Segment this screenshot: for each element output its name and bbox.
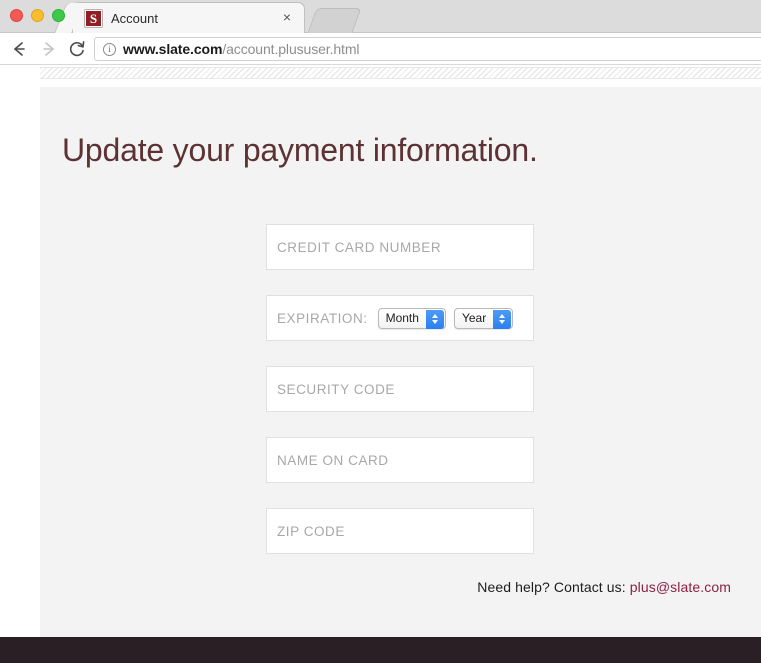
- browser-window: S Account × i www.slate.com/account.plus…: [0, 0, 761, 663]
- security-code-placeholder: SECURITY CODE: [277, 381, 395, 397]
- close-window-button[interactable]: [10, 9, 23, 22]
- window-controls: [10, 9, 65, 22]
- help-text: Need help? Contact us:: [477, 579, 626, 595]
- expiration-label: EXPIRATION:: [277, 310, 368, 326]
- page-title: Update your payment information.: [62, 132, 538, 168]
- expiration-month-select[interactable]: Month: [377, 307, 446, 329]
- page-content: Update your payment information. CREDIT …: [40, 87, 761, 637]
- url-text: www.slate.com/account.plususer.html: [123, 41, 360, 57]
- url-host: www.slate.com: [123, 41, 223, 57]
- url-path: /account.plususer.html: [222, 41, 360, 57]
- expiration-row: EXPIRATION: Month Year: [266, 295, 534, 341]
- back-arrow-icon: [14, 42, 25, 56]
- tab-strip: S Account ×: [0, 0, 761, 33]
- maximize-window-button[interactable]: [52, 9, 65, 22]
- reload-icon: [69, 41, 85, 57]
- help-contact-line: Need help? Contact us: plus@slate.com: [477, 579, 731, 595]
- payment-form: CREDIT CARD NUMBER EXPIRATION: Month Yea…: [266, 224, 534, 579]
- tab-title: Account: [111, 11, 158, 26]
- site-info-icon[interactable]: i: [103, 42, 116, 56]
- chevron-updown-icon: [493, 309, 512, 329]
- forward-arrow-icon: [43, 42, 54, 56]
- browser-toolbar: i www.slate.com/account.plususer.html: [0, 33, 761, 65]
- security-code-input[interactable]: SECURITY CODE: [266, 366, 534, 412]
- browser-chrome: S Account × i www.slate.com/account.plus…: [0, 0, 761, 66]
- reload-button[interactable]: [66, 38, 88, 60]
- zip-code-placeholder: ZIP CODE: [277, 523, 345, 539]
- back-button[interactable]: [8, 38, 30, 60]
- support-email-link[interactable]: plus@slate.com: [630, 579, 731, 595]
- forward-button[interactable]: [38, 38, 60, 60]
- address-bar[interactable]: i www.slate.com/account.plususer.html: [94, 37, 761, 61]
- close-tab-icon[interactable]: ×: [280, 9, 294, 25]
- name-on-card-input[interactable]: NAME ON CARD: [266, 437, 534, 483]
- minimize-window-button[interactable]: [31, 9, 44, 22]
- zip-code-input[interactable]: ZIP CODE: [266, 508, 534, 554]
- expiration-month-value: Month: [385, 311, 419, 325]
- tab-account[interactable]: S Account ×: [72, 2, 305, 33]
- hatched-divider: [40, 67, 761, 79]
- expiration-year-select[interactable]: Year: [453, 307, 514, 329]
- chevron-updown-icon: [425, 309, 444, 329]
- credit-card-number-placeholder: CREDIT CARD NUMBER: [277, 239, 442, 255]
- name-on-card-placeholder: NAME ON CARD: [277, 452, 389, 468]
- page-viewport: Update your payment information. CREDIT …: [0, 66, 761, 663]
- credit-card-number-input[interactable]: CREDIT CARD NUMBER: [266, 224, 534, 270]
- slate-favicon-icon: S: [85, 10, 102, 27]
- expiration-year-value: Year: [461, 311, 487, 325]
- page-footer-bar: [0, 637, 761, 663]
- new-tab-button[interactable]: [307, 8, 362, 33]
